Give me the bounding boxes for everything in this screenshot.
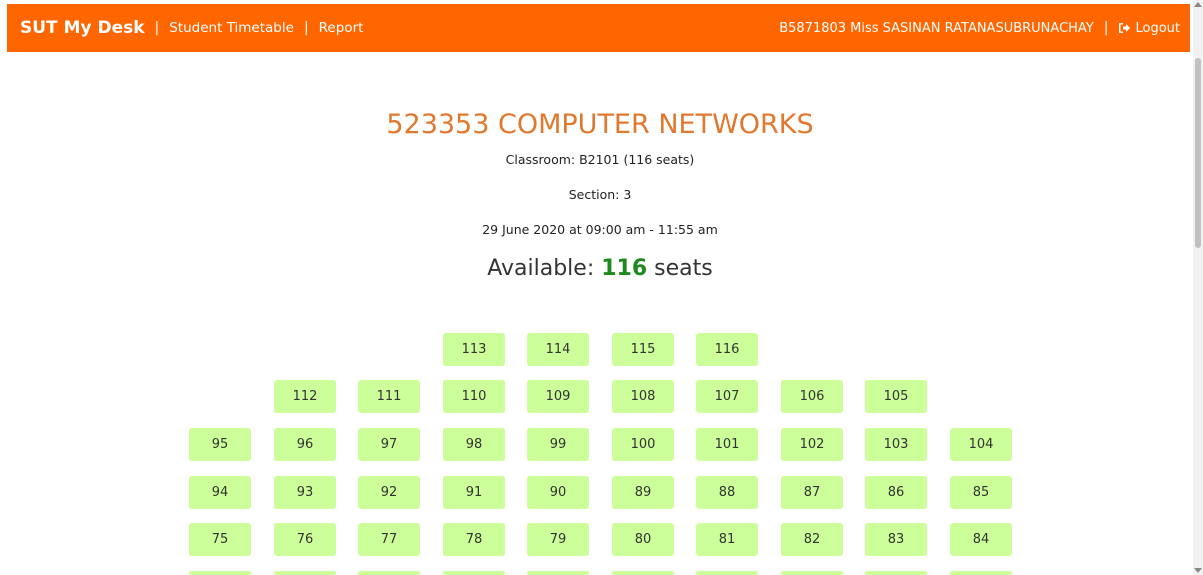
brand-link[interactable]: SUT My Desk: [20, 18, 145, 38]
seat-103[interactable]: 103: [865, 428, 927, 461]
seat-116[interactable]: 116: [696, 333, 758, 366]
seat-partial[interactable]: [189, 571, 251, 575]
logout-label: Logout: [1135, 20, 1180, 36]
navbar-right: B5871803 Miss SASINAN RATANASUBRUNACHAY …: [779, 4, 1180, 52]
seat-partial[interactable]: [781, 571, 843, 575]
nav-link-report[interactable]: Report: [319, 20, 364, 36]
seat-109[interactable]: 109: [527, 380, 589, 413]
available-unit: seats: [654, 256, 713, 281]
nav-separator: |: [154, 20, 160, 36]
logout-icon: [1119, 23, 1131, 33]
scroll-up-arrow-icon[interactable]: [1194, 2, 1202, 7]
seat-partial[interactable]: [865, 571, 927, 575]
user-name: B5871803 Miss SASINAN RATANASUBRUNACHAY: [779, 20, 1094, 36]
seat-115[interactable]: 115: [612, 333, 674, 366]
seat-99[interactable]: 99: [527, 428, 589, 461]
seat-partial[interactable]: [443, 571, 505, 575]
seat-91[interactable]: 91: [443, 476, 505, 509]
seat-80[interactable]: 80: [612, 523, 674, 556]
available-count: 116: [601, 256, 648, 281]
seat-partial[interactable]: [358, 571, 420, 575]
seat-114[interactable]: 114: [527, 333, 589, 366]
seat-106[interactable]: 106: [781, 380, 843, 413]
seat-90[interactable]: 90: [527, 476, 589, 509]
seat-94[interactable]: 94: [189, 476, 251, 509]
top-navbar: SUT My Desk | Student Timetable | Report…: [7, 4, 1190, 52]
section-info: Section: 3: [568, 187, 632, 202]
seat-partial[interactable]: [696, 571, 758, 575]
seat-110[interactable]: 110: [443, 380, 505, 413]
seat-partial[interactable]: [950, 571, 1012, 575]
seat-113[interactable]: 113: [443, 333, 505, 366]
seat-92[interactable]: 92: [358, 476, 420, 509]
logout-button[interactable]: Logout: [1118, 21, 1180, 36]
seat-105[interactable]: 105: [865, 380, 927, 413]
seat-97[interactable]: 97: [358, 428, 420, 461]
nav-separator: |: [303, 20, 309, 36]
seat-98[interactable]: 98: [443, 428, 505, 461]
nav-separator: |: [1103, 20, 1109, 36]
available-seats: Available: 116 seats: [0, 256, 1200, 281]
seat-83[interactable]: 83: [865, 523, 927, 556]
seat-104[interactable]: 104: [950, 428, 1012, 461]
scroll-down-arrow-icon[interactable]: [1194, 568, 1202, 573]
seat-101[interactable]: 101: [696, 428, 758, 461]
seat-102[interactable]: 102: [781, 428, 843, 461]
nav-link-student-timetable[interactable]: Student Timetable: [169, 20, 294, 36]
seat-partial[interactable]: [612, 571, 674, 575]
seat-100[interactable]: 100: [612, 428, 674, 461]
seat-112[interactable]: 112: [274, 380, 336, 413]
seat-77[interactable]: 77: [358, 523, 420, 556]
seat-88[interactable]: 88: [696, 476, 758, 509]
seat-108[interactable]: 108: [612, 380, 674, 413]
seat-87[interactable]: 87: [781, 476, 843, 509]
seat-96[interactable]: 96: [274, 428, 336, 461]
seat-84[interactable]: 84: [950, 523, 1012, 556]
seat-107[interactable]: 107: [696, 380, 758, 413]
navbar-left: SUT My Desk | Student Timetable | Report: [20, 4, 363, 52]
datetime-info: 29 June 2020 at 09:00 am - 11:55 am: [482, 222, 718, 237]
seat-76[interactable]: 76: [274, 523, 336, 556]
seat-partial[interactable]: [274, 571, 336, 575]
classroom-info: Classroom: B2101 (116 seats): [505, 152, 695, 167]
available-label: Available:: [487, 256, 595, 281]
seat-86[interactable]: 86: [865, 476, 927, 509]
seat-111[interactable]: 111: [358, 380, 420, 413]
seat-89[interactable]: 89: [612, 476, 674, 509]
seat-79[interactable]: 79: [527, 523, 589, 556]
scroll-thumb[interactable]: [1195, 58, 1201, 248]
seat-partial[interactable]: [527, 571, 589, 575]
seat-82[interactable]: 82: [781, 523, 843, 556]
seat-93[interactable]: 93: [274, 476, 336, 509]
seat-95[interactable]: 95: [189, 428, 251, 461]
course-title: 523353 COMPUTER NETWORKS: [386, 109, 814, 140]
seat-75[interactable]: 75: [189, 523, 251, 556]
page-scrollbar[interactable]: [1193, 0, 1203, 575]
seat-78[interactable]: 78: [443, 523, 505, 556]
seat-81[interactable]: 81: [696, 523, 758, 556]
seat-85[interactable]: 85: [950, 476, 1012, 509]
